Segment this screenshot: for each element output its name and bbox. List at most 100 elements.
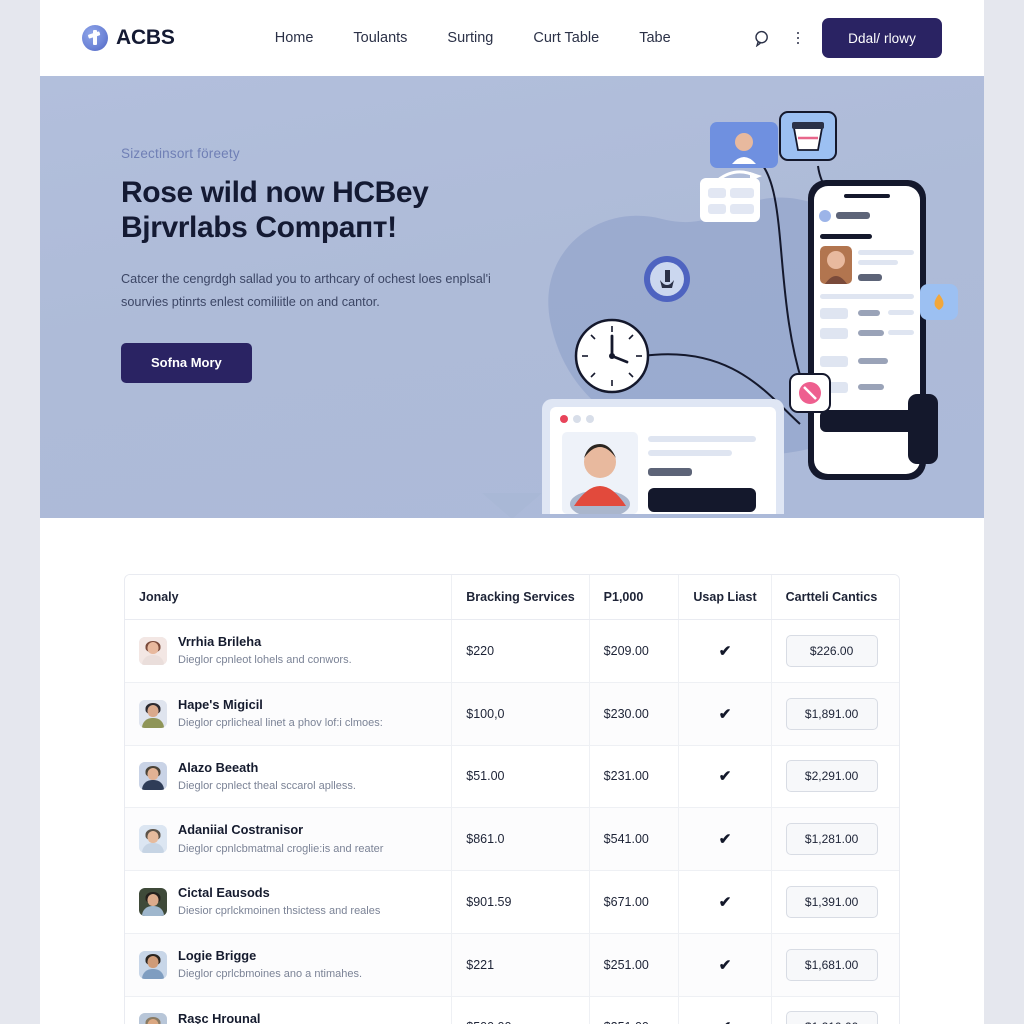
- cell-service: $901.59: [451, 870, 590, 934]
- cell-action: $1,281.00: [770, 807, 899, 872]
- column-header-usap[interactable]: Usap Liast: [678, 575, 772, 620]
- check-icon: ✔: [718, 956, 732, 974]
- avatar: [139, 699, 167, 728]
- avatar: [139, 762, 167, 791]
- cell-check: ✔: [678, 682, 772, 746]
- hero-subtitle: Catcer the cengrdgh sallad you to arthca…: [121, 271, 491, 310]
- person-name: Adaniial Costranisor: [178, 822, 304, 838]
- table-row[interactable]: Vrrhia Brileha Dieglor cpnleot lohels and…: [125, 619, 899, 683]
- person-name: Vrrhia Brileha: [178, 634, 262, 649]
- cell-service: $861.0: [451, 807, 590, 872]
- check-icon: ✔: [718, 831, 732, 849]
- hero-copy: Sizectinsort föreety Rose wild now HCBey…: [121, 146, 491, 383]
- cell-amount: $541.00: [588, 807, 679, 872]
- nav-item-surting[interactable]: Surting: [447, 30, 493, 46]
- person-name: Logie Brigge: [178, 947, 257, 963]
- hero-illustration: [522, 94, 962, 518]
- cell-check: ✔: [678, 807, 772, 872]
- avatar: [139, 1013, 167, 1024]
- nav-item-curt-table[interactable]: Curt Table: [533, 30, 599, 46]
- nav-item-toulants[interactable]: Toulants: [353, 30, 407, 46]
- header-cta-button[interactable]: Ddal/ rlowy: [822, 18, 942, 58]
- cell-check: ✔: [678, 870, 772, 934]
- hero-section: Sizectinsort föreety Rose wild now HCBey…: [40, 76, 984, 518]
- cell-action: $1,681.00: [770, 933, 899, 997]
- avatar: [139, 950, 167, 979]
- column-header-amount[interactable]: P1,000: [588, 575, 679, 620]
- check-icon: ✔: [718, 705, 732, 723]
- avatar: [139, 887, 167, 916]
- table-header-row: Jonaly Bracking Services P1,000 Usap Lia…: [125, 575, 899, 620]
- cell-action: $1,391.00: [770, 870, 899, 934]
- person-description: Dieglor cpnleot lohels and conwors.: [178, 654, 352, 667]
- main-nav: Home Toulants Surting Curt Table Tabe: [275, 30, 671, 46]
- cell-amount: $251.00: [588, 933, 679, 997]
- table-row[interactable]: Raşc HrounalDieglos cprinhenslimas ocill…: [125, 996, 899, 1024]
- row-action-button[interactable]: $1,891.00: [785, 697, 878, 730]
- row-action-button[interactable]: $1,210.00: [785, 1011, 878, 1024]
- cell-check: ✔: [678, 933, 772, 997]
- data-table: Jonaly Bracking Services P1,000 Usap Lia…: [125, 575, 899, 1024]
- brand-logo[interactable]: ACBS: [82, 25, 175, 51]
- hero-notch: [482, 493, 542, 518]
- search-icon[interactable]: [750, 26, 774, 50]
- column-header-services[interactable]: Bracking Services: [451, 575, 590, 620]
- data-table-card: Jonaly Bracking Services P1,000 Usap Lia…: [124, 574, 900, 1024]
- avatar: [139, 825, 167, 854]
- row-action-button[interactable]: $1,391.00: [785, 885, 878, 918]
- cell-check: ✔: [678, 619, 772, 683]
- cell-person: Hape's Migicil Dieglor cprlicheal linet a…: [125, 682, 452, 746]
- cell-action: $1,891.00: [770, 682, 899, 746]
- cell-action: $226.00: [770, 619, 899, 683]
- cell-service: $500.00: [451, 996, 590, 1024]
- table-head: Jonaly Bracking Services P1,000 Usap Lia…: [125, 575, 899, 620]
- table-row[interactable]: Adaniial Costranisor Dieglor cpnlcbmatmal…: [125, 807, 899, 872]
- person-name: Cictal Eausods: [178, 885, 270, 901]
- site-header: ACBS Home Toulants Surting Curt Table Ta…: [40, 0, 984, 76]
- check-icon: ✔: [718, 642, 732, 660]
- cell-person: Cictal Eausods Diesior cprlckmoinen thsic…: [125, 870, 452, 934]
- hero-eyebrow: Sizectinsort föreety: [121, 146, 240, 161]
- cell-action: $1,210.00: [770, 996, 899, 1024]
- logo-icon: [82, 25, 108, 51]
- row-action-button[interactable]: $1,681.00: [785, 948, 878, 981]
- avatar: [139, 636, 167, 665]
- cell-person: Vrrhia Brileha Dieglor cpnleot lohels and…: [125, 619, 452, 683]
- header-actions: Ddal/ rlowy: [750, 18, 942, 58]
- column-header-cantics[interactable]: Cartteli Cantics: [770, 575, 899, 620]
- cell-amount: $671.00: [588, 870, 679, 934]
- check-icon: ✔: [719, 1019, 732, 1024]
- table-row[interactable]: Logie Brigge Dieglor cprlcbmoines ano a n…: [125, 933, 899, 997]
- table-row[interactable]: Alazo Beeath Dieglor cpnlect theal sccaro…: [125, 745, 899, 809]
- hero-title: Rose wild now HCBey Bjrvrlabs Compaпт!: [121, 176, 429, 245]
- row-action-button[interactable]: $2,291.00: [785, 760, 878, 793]
- row-action-button[interactable]: $1,281.00: [785, 823, 878, 856]
- nav-item-home[interactable]: Home: [275, 30, 314, 46]
- person-description: Dieglor cprlicheal linet a phov lof:i cl…: [178, 717, 383, 730]
- person-description: Dieglor cpnlcbmatmal croglie:is and reat…: [178, 842, 384, 855]
- cell-service: $51.00: [451, 745, 590, 809]
- column-header-jonaly[interactable]: Jonaly: [125, 575, 452, 620]
- table-row[interactable]: Hape's Migicil Dieglor cprlicheal linet a…: [125, 682, 899, 746]
- row-action-button[interactable]: $226.00: [785, 634, 878, 667]
- cell-service: $220: [451, 619, 590, 683]
- cell-amount: $230.00: [588, 682, 679, 746]
- person-name: Raşc Hrounal: [178, 1010, 261, 1024]
- nav-item-tabe[interactable]: Tabe: [639, 30, 670, 46]
- person-description: Diesior cprlckmoinen thsictess and reale…: [178, 905, 381, 918]
- cell-action: $2,291.00: [770, 745, 899, 809]
- table-row[interactable]: Cictal Eausods Diesior cprlckmoinen thsic…: [125, 870, 899, 934]
- person-description: Dieglor cpnlect theal sccarol aplless.: [178, 779, 356, 792]
- cell-service: $221: [451, 933, 590, 997]
- cell-service: $100,0: [451, 682, 590, 746]
- check-icon: ✔: [718, 768, 732, 786]
- person-name: Hape's Migicil: [178, 696, 263, 712]
- cell-person: Adaniial Costranisor Dieglor cpnlcbmatmal…: [125, 807, 452, 872]
- person-description: Dieglor cprlcbmoines ano a ntimahes.: [178, 968, 363, 981]
- cell-person: Raşc HrounalDieglos cprinhenslimas ocill…: [125, 996, 452, 1024]
- cell-check: ✔: [678, 996, 772, 1024]
- kebab-menu-icon[interactable]: [786, 26, 810, 50]
- cell-person: Logie Brigge Dieglor cprlcbmoines ano a n…: [125, 933, 452, 997]
- cell-person: Alazo Beeath Dieglor cpnlect theal sccaro…: [125, 745, 452, 809]
- hero-cta-button[interactable]: Sofna Mory: [121, 342, 252, 383]
